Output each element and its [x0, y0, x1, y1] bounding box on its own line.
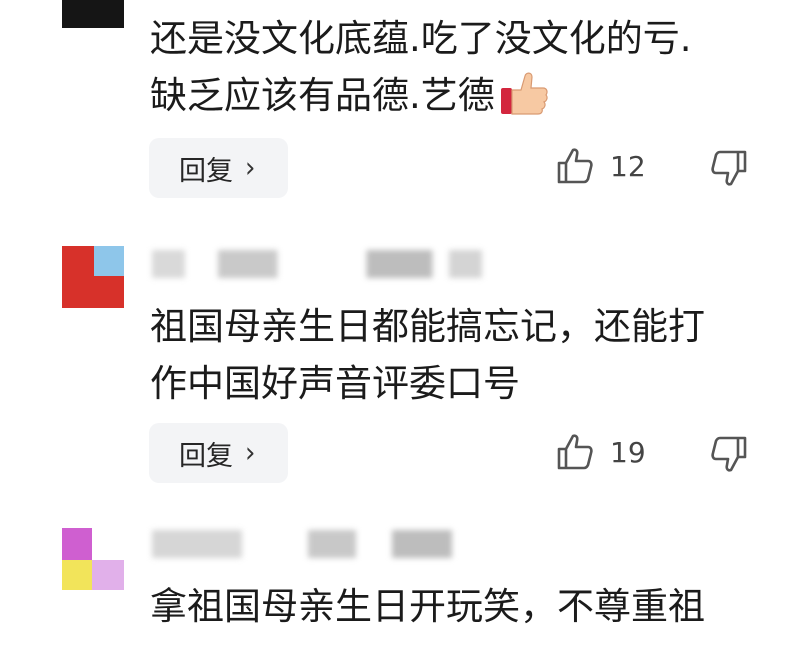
- comment-line: 祖国母亲生日都能搞忘记，还能打: [150, 305, 705, 348]
- chevron-right-icon: ›: [245, 436, 256, 470]
- like-count: 12: [610, 149, 646, 183]
- comment-text: 还是没文化底蕴.吃了没文化的亏. 缺乏应该有品德.艺德: [150, 10, 692, 124]
- thumbs-down-icon[interactable]: [709, 434, 749, 474]
- commenter-avatar[interactable]: [62, 246, 124, 308]
- comment-line: 作中国好声音评委口号: [150, 362, 520, 405]
- like-button[interactable]: 19: [555, 432, 646, 472]
- thumbs-up-icon: [557, 434, 593, 470]
- comment-line: 缺乏应该有品德.艺德: [150, 67, 692, 124]
- username[interactable]: [152, 530, 452, 558]
- comment-text: 拿祖国母亲生日开玩笑，不尊重祖: [150, 578, 705, 635]
- like-button[interactable]: 12: [555, 146, 646, 186]
- comment-line: 还是没文化底蕴.吃了没文化的亏.: [150, 17, 692, 60]
- commenter-avatar[interactable]: [62, 528, 124, 590]
- thumbs-down-icon[interactable]: [709, 148, 749, 188]
- thumbs-up-emoji: [499, 70, 549, 118]
- reply-button[interactable]: 回复 ›: [149, 423, 288, 483]
- reply-label: 回复: [179, 155, 233, 187]
- username[interactable]: [152, 250, 482, 278]
- comment-line: 拿祖国母亲生日开玩笑，不尊重祖: [150, 585, 705, 628]
- thumbs-up-icon: [557, 148, 593, 184]
- commenter-avatar[interactable]: [62, 0, 124, 28]
- like-count: 19: [610, 435, 646, 469]
- reply-label: 回复: [179, 440, 233, 472]
- reply-button[interactable]: 回复 ›: [149, 138, 288, 198]
- comment-text: 祖国母亲生日都能搞忘记，还能打 作中国好声音评委口号: [150, 298, 705, 412]
- chevron-right-icon: ›: [245, 151, 256, 185]
